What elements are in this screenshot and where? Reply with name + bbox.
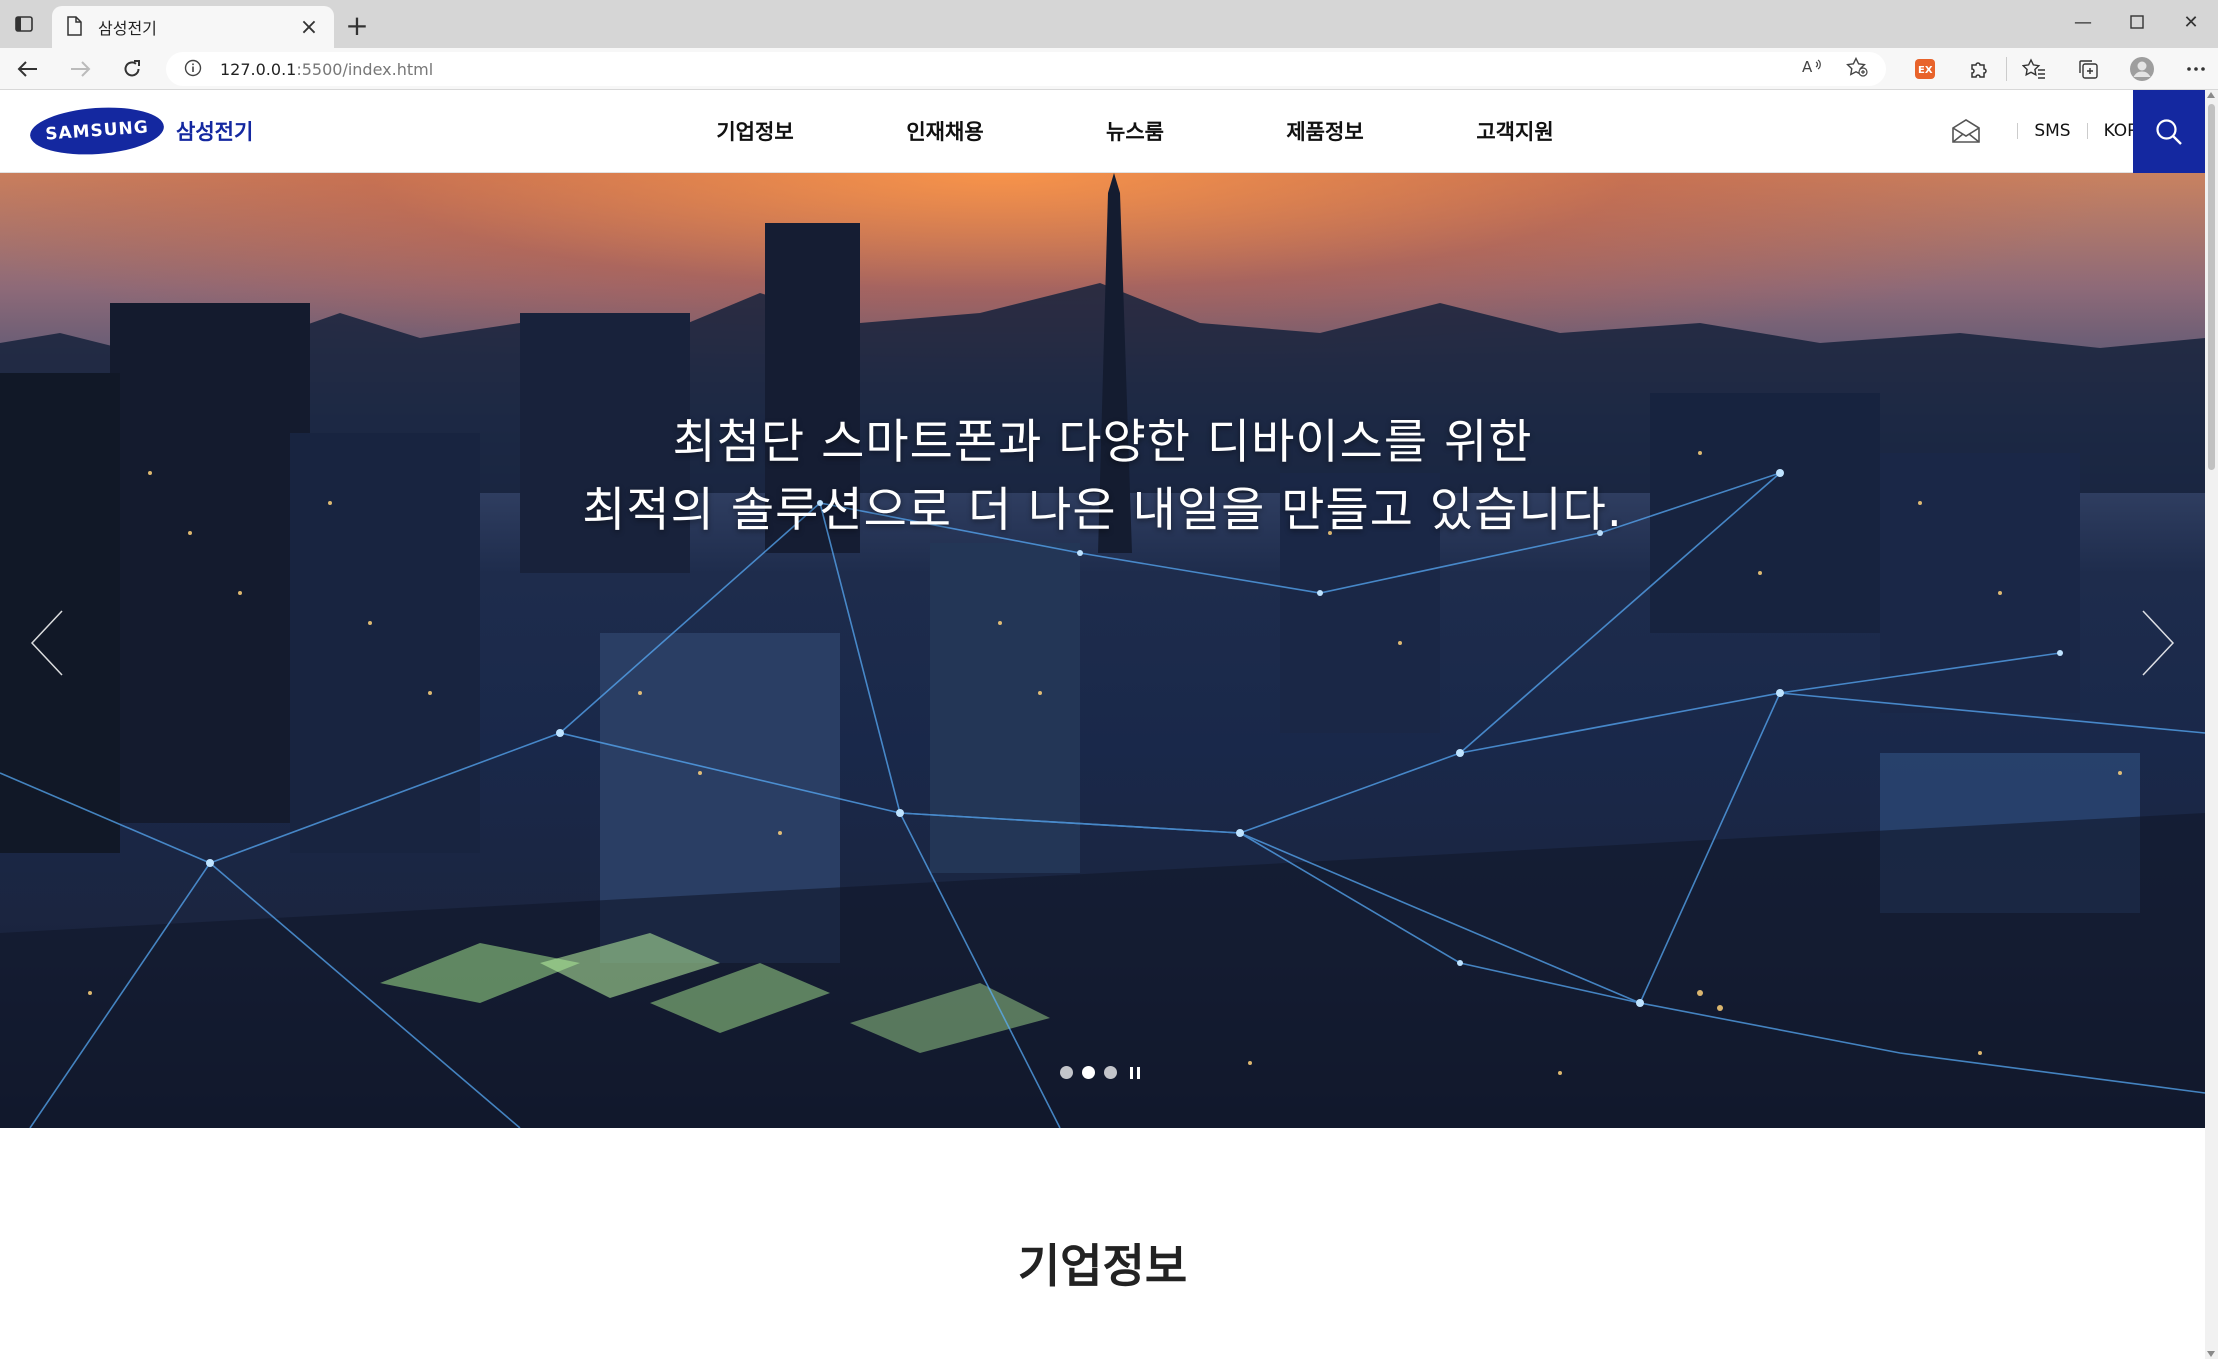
scrollbar-thumb[interactable]	[2208, 104, 2215, 470]
scroll-up-icon[interactable]	[2207, 92, 2215, 98]
forward-icon[interactable]	[64, 54, 96, 84]
site-info-icon[interactable]	[184, 59, 204, 79]
extension-toolbar: EX	[1898, 52, 2218, 86]
page-icon	[66, 16, 84, 38]
scroll-down-icon[interactable]	[2207, 1351, 2215, 1357]
slide-dot-3[interactable]	[1104, 1066, 1117, 1079]
slide-dot-2[interactable]	[1082, 1066, 1095, 1079]
sms-link[interactable]: SMS	[2034, 121, 2070, 141]
new-tab-icon[interactable]: +	[342, 9, 372, 42]
address-bar[interactable]: 127.0.0.1:5500/index.html A	[166, 52, 1886, 86]
more-menu-icon[interactable]	[2169, 52, 2218, 86]
search-button[interactable]	[2133, 90, 2205, 173]
previous-slide-arrow-icon[interactable]	[22, 603, 72, 683]
reload-icon[interactable]	[116, 54, 148, 84]
hero-city-image	[0, 173, 2205, 1128]
samsung-logo[interactable]: SAMSUNG 삼성전기	[28, 103, 254, 159]
close-window-icon[interactable]: ✕	[2164, 0, 2218, 44]
add-favorite-icon[interactable]	[1846, 56, 1868, 81]
url-path: :5500/index.html	[296, 59, 434, 79]
company-info-section-title: 기업정보	[1017, 1239, 1188, 1293]
minimize-icon[interactable]: —	[2056, 0, 2110, 44]
logo-mark: SAMSUNG	[44, 117, 150, 145]
nav-company-info[interactable]: 기업정보	[660, 116, 850, 146]
slider-pagination	[1060, 1066, 1140, 1079]
logo-company-name: 삼성전기	[176, 120, 254, 144]
url-text: 127.0.0.1:5500/index.html	[220, 60, 433, 79]
nav-careers[interactable]: 인재채용	[850, 116, 1040, 146]
close-tab-icon[interactable]: ×	[298, 15, 320, 40]
hero-slider: 최첨단 스마트폰과 다양한 디바이스를 위한 최적의 솔루션으로 더 나은 내일…	[0, 173, 2205, 1128]
maximize-icon[interactable]	[2110, 0, 2164, 44]
mail-icon[interactable]	[1951, 118, 1981, 144]
url-host: 127.0.0.1	[220, 59, 297, 79]
util-divider	[2017, 123, 2019, 139]
svg-text:EX: EX	[1918, 65, 1933, 76]
collections-icon[interactable]	[2061, 52, 2115, 86]
util-divider	[2086, 123, 2088, 139]
site-header: SAMSUNG 삼성전기 기업정보 인재채용 뉴스룸 제품정보 고객지원 SMS…	[0, 90, 2205, 173]
window-controls: — ✕	[2056, 0, 2218, 44]
browser-tab-bar: 삼성전기 × + — ✕	[0, 0, 2218, 48]
browser-tab[interactable]: 삼성전기 ×	[52, 6, 334, 48]
nav-support[interactable]: 고객지원	[1420, 116, 1610, 146]
nav-newsroom[interactable]: 뉴스룸	[1040, 116, 1230, 146]
extensions-puzzle-icon[interactable]	[1952, 52, 2006, 86]
hero-headline-line-2: 최적의 솔루션으로 더 나은 내일을 만들고 있습니다.	[582, 483, 1623, 538]
hero-headline-line-1: 최첨단 스마트폰과 다양한 디바이스를 위한	[672, 415, 1533, 470]
slide-dot-1[interactable]	[1060, 1066, 1073, 1079]
tab-actions-icon[interactable]	[12, 12, 36, 36]
read-aloud-icon[interactable]: A	[1802, 58, 1824, 80]
nav-products[interactable]: 제품정보	[1230, 116, 1420, 146]
logo-ellipse: SAMSUNG	[28, 103, 166, 159]
browser-toolbar: 127.0.0.1:5500/index.html A EX	[0, 48, 2218, 90]
utility-menu: SMS KOR	[1951, 90, 2139, 172]
profile-avatar[interactable]	[2115, 52, 2169, 86]
search-icon	[2156, 118, 2182, 145]
hero-headline: 최첨단 스마트폰과 다양한 디바이스를 위한 최적의 솔루션으로 더 나은 내일…	[0, 409, 2205, 545]
tab-title: 삼성전기	[98, 19, 157, 38]
favorites-icon[interactable]	[2007, 52, 2061, 86]
extension-icon[interactable]: EX	[1898, 52, 1952, 86]
pause-icon[interactable]	[1130, 1066, 1140, 1079]
next-slide-arrow-icon[interactable]	[2133, 603, 2183, 683]
main-navigation: 기업정보 인재채용 뉴스룸 제품정보 고객지원	[660, 90, 1610, 172]
svg-text:A: A	[1802, 58, 1813, 76]
back-icon[interactable]	[12, 54, 44, 84]
page-scrollbar[interactable]	[2205, 90, 2218, 1359]
